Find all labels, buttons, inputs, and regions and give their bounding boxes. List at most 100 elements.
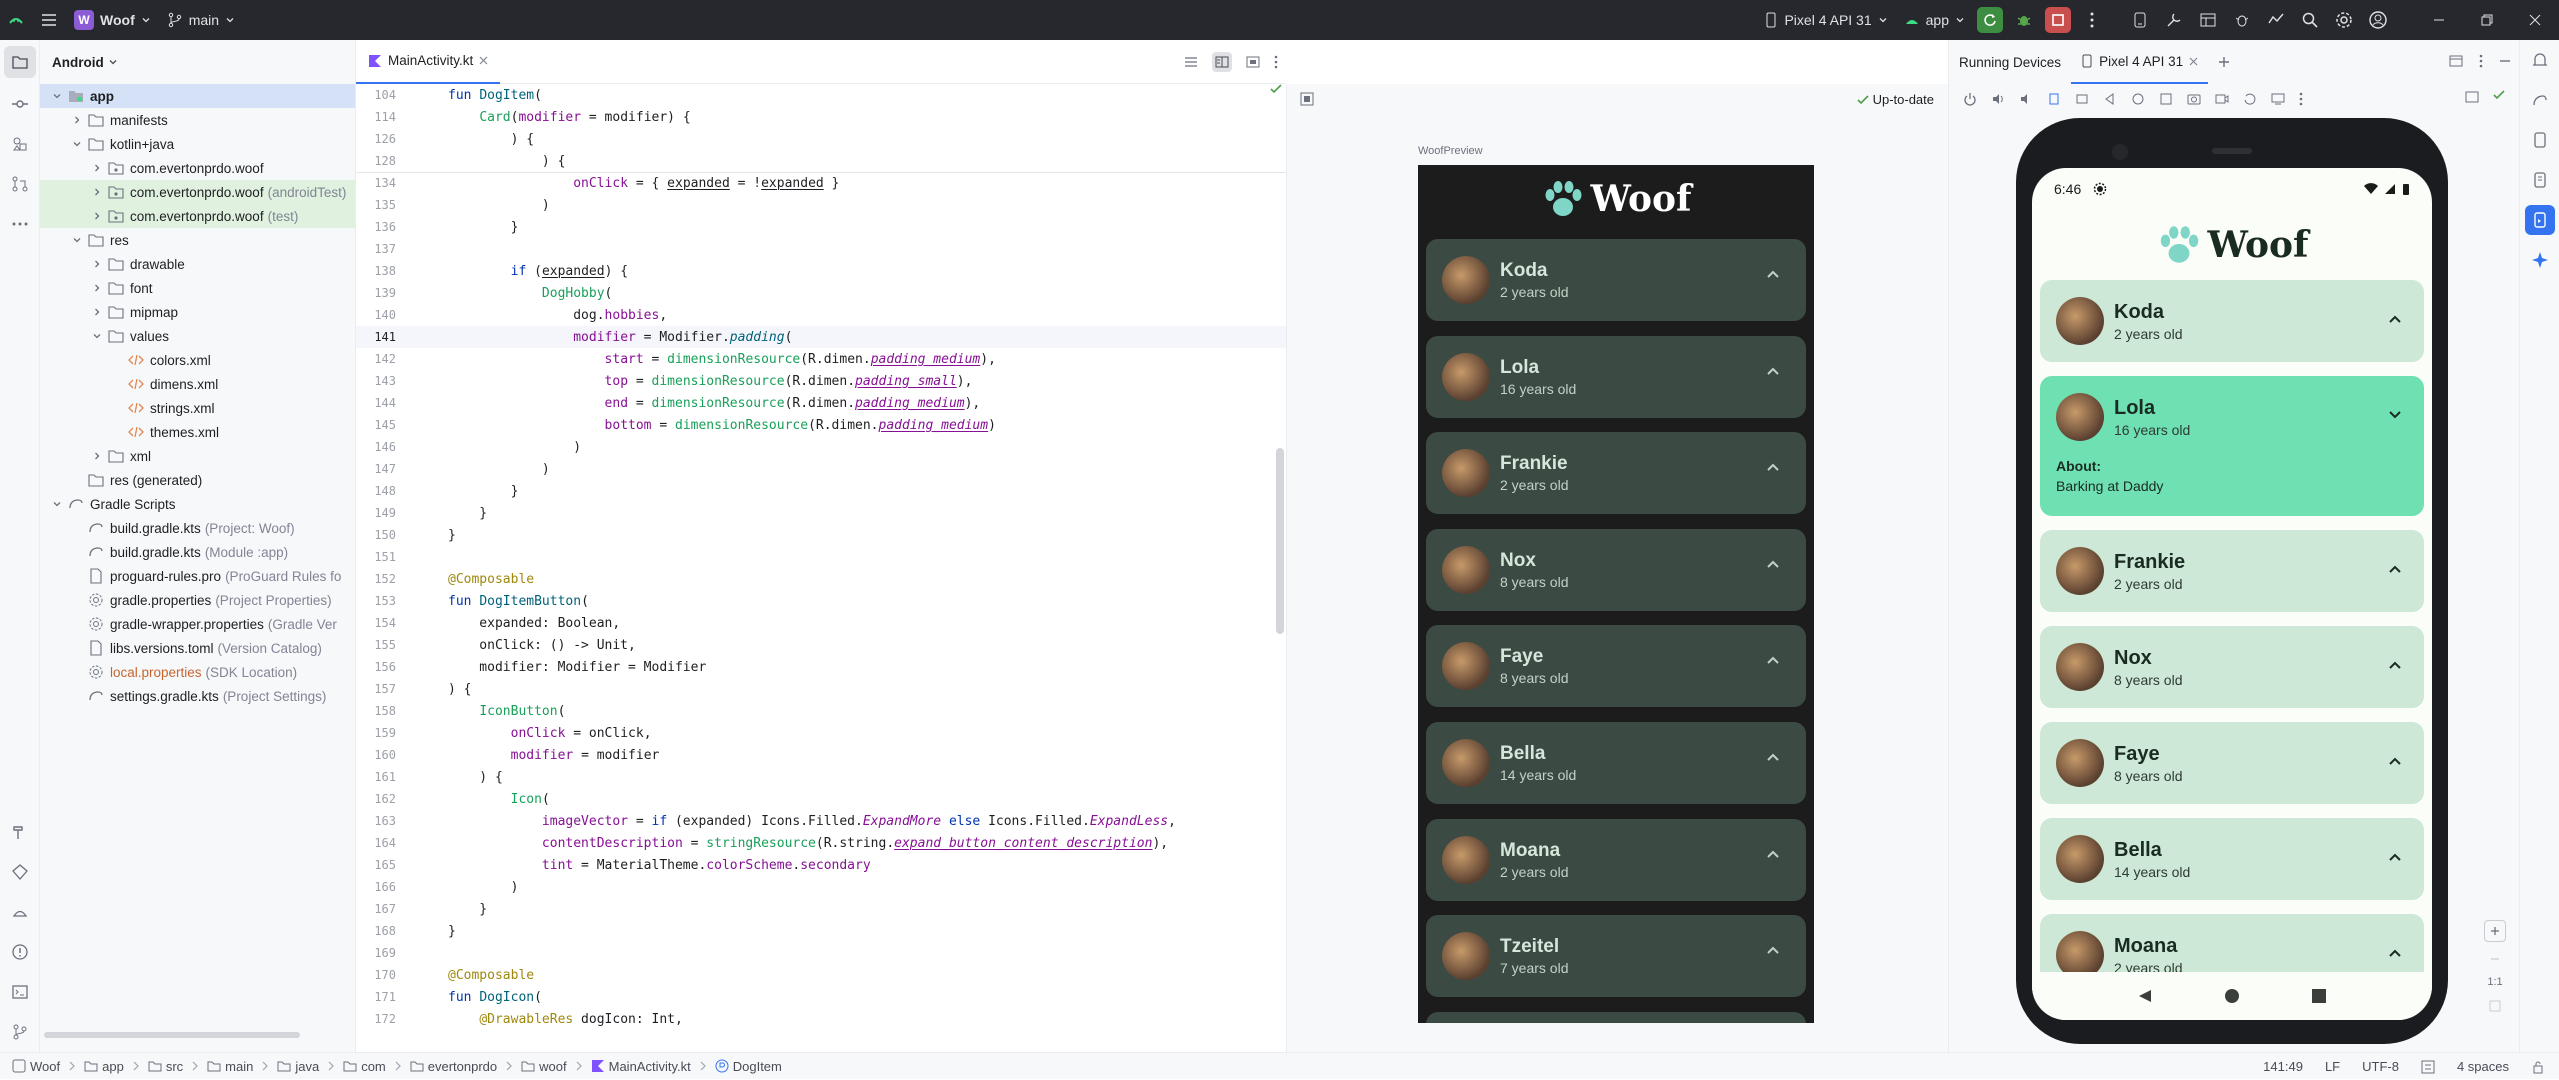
chevron-down-icon[interactable] [72, 235, 88, 245]
code-line[interactable]: 138 if (expanded) { [356, 260, 1286, 282]
close-window-button[interactable] [2511, 0, 2559, 40]
expand-less-icon[interactable] [1766, 559, 1780, 569]
code-line[interactable]: 140 dog.hobbies, [356, 304, 1286, 326]
preview-dog-card[interactable]: Bella 14 years old [1426, 722, 1806, 804]
code-line[interactable]: 156 modifier: Modifier = Modifier [356, 656, 1286, 678]
tree-item[interactable]: build.gradle.kts (Module :app) [40, 540, 355, 564]
code-line[interactable]: 153 fun DogItemButton( [356, 590, 1286, 612]
overview-icon[interactable] [2159, 92, 2173, 106]
mirror-icon[interactable] [2271, 92, 2285, 106]
code-line[interactable]: 157) { [356, 678, 1286, 700]
code-line[interactable]: 139 DogHobby( [356, 282, 1286, 304]
expand-less-icon[interactable] [2388, 314, 2402, 324]
indent-setting-icon[interactable] [2421, 1060, 2435, 1074]
home-icon[interactable] [2131, 92, 2145, 106]
tree-item[interactable]: drawable [40, 252, 355, 276]
code-line[interactable]: 171 fun DogIcon( [356, 986, 1286, 1008]
tree-item[interactable]: app [40, 84, 355, 108]
tree-item[interactable]: xml [40, 444, 355, 468]
code-line[interactable]: 160 modifier = modifier [356, 744, 1286, 766]
tree-item[interactable]: font [40, 276, 355, 300]
build-tool-button[interactable] [0, 812, 40, 852]
code-line[interactable]: 161 ) { [356, 766, 1286, 788]
more-actions-button[interactable] [2075, 0, 2109, 40]
chevron-right-icon[interactable] [92, 307, 108, 317]
code-line[interactable]: 141 modifier = Modifier.padding( [356, 326, 1286, 348]
stop-button[interactable] [2041, 0, 2075, 40]
tree-item[interactable]: proguard-rules.pro (ProGuard Rules fo [40, 564, 355, 588]
device-screen[interactable]: 6:46 Woof Koda 2 years old Lola 16 years ol… [2032, 168, 2432, 1020]
code-line[interactable]: 168} [356, 920, 1286, 942]
phone-dog-card[interactable]: Bella 14 years old [2040, 818, 2424, 900]
code-line[interactable]: 148 } [356, 480, 1286, 502]
tree-item[interactable]: mipmap [40, 300, 355, 324]
code-line[interactable]: 162 Icon( [356, 788, 1286, 810]
code-line[interactable]: 154 expanded: Boolean, [356, 612, 1286, 634]
run-config-selector[interactable]: app [1896, 0, 1973, 40]
expand-less-icon[interactable] [2388, 660, 2402, 670]
code-line[interactable]: 165 tint = MaterialTheme.colorScheme.sec… [356, 854, 1286, 876]
expand-less-icon[interactable] [1766, 752, 1780, 762]
read-only-toggle-icon[interactable] [2531, 1060, 2545, 1074]
nav-back-icon[interactable] [2137, 988, 2153, 1004]
expand-less-icon[interactable] [2388, 564, 2402, 574]
tree-item[interactable]: com.evertonprdo.woof [40, 156, 355, 180]
terminal-button[interactable] [0, 972, 40, 1012]
settings-button[interactable] [2327, 0, 2361, 40]
screenshot-icon[interactable] [2187, 92, 2201, 106]
chevron-down-icon[interactable] [52, 499, 68, 509]
breadcrumb-item[interactable]: main [203, 1059, 257, 1074]
tree-item[interactable]: colors.xml [40, 348, 355, 372]
code-editor[interactable]: 104 fun DogItem(114 Card(modifier = modif… [356, 84, 1286, 1052]
expand-less-icon[interactable] [1766, 366, 1780, 376]
breadcrumb-item[interactable]: woof [517, 1059, 570, 1074]
account-button[interactable] [2361, 0, 2395, 40]
pull-requests-button[interactable] [0, 164, 40, 204]
tree-item[interactable]: strings.xml [40, 396, 355, 420]
rerun-button[interactable] [1973, 0, 2007, 40]
add-device-button[interactable] [2208, 40, 2240, 84]
breadcrumb-item[interactable]: MainActivity.kt [587, 1059, 695, 1074]
tree-item[interactable]: build.gradle.kts (Project: Woof) [40, 516, 355, 540]
code-line[interactable]: 167 } [356, 898, 1286, 920]
problems-button[interactable] [0, 932, 40, 972]
back-icon[interactable] [2103, 92, 2117, 106]
zoom-actual-button[interactable]: 1:1 [2487, 976, 2502, 988]
restore-window-button[interactable] [2463, 0, 2511, 40]
power-icon[interactable] [1963, 92, 1977, 106]
device-selector[interactable]: Pixel 4 API 31 [1756, 0, 1895, 40]
zoom-out-button[interactable] [2490, 954, 2500, 964]
breadcrumb-item[interactable]: src [144, 1059, 187, 1074]
code-line[interactable]: 128 ) { [356, 150, 1286, 172]
tree-item[interactable]: dimens.xml [40, 372, 355, 396]
search-button[interactable] [2293, 0, 2327, 40]
expand-less-icon[interactable] [2388, 852, 2402, 862]
volume-down-icon[interactable] [2019, 92, 2033, 106]
tree-item[interactable]: gradle.properties (Project Properties) [40, 588, 355, 612]
rotate-right-icon[interactable] [2075, 92, 2089, 106]
woof-preview-frame[interactable]: Woof Koda 2 years old Lola 16 years old Fran… [1418, 165, 1814, 1023]
more-vertical-icon[interactable] [2299, 92, 2303, 106]
chevron-right-icon[interactable] [92, 451, 108, 461]
phone-dog-card[interactable]: Faye 8 years old [2040, 722, 2424, 804]
tree-item[interactable]: libs.versions.toml (Version Catalog) [40, 636, 355, 660]
tree-item[interactable]: themes.xml [40, 420, 355, 444]
breadcrumb-item[interactable]: DogItem [711, 1059, 786, 1074]
code-line[interactable]: 151 [356, 546, 1286, 568]
breadcrumb-item[interactable]: com [339, 1059, 390, 1074]
more-tools-button[interactable] [0, 204, 40, 244]
indent-setting[interactable]: 4 spaces [2457, 1059, 2509, 1074]
code-line[interactable]: 136 } [356, 216, 1286, 238]
breadcrumb-item[interactable]: java [273, 1059, 323, 1074]
code-line[interactable]: 170 @Composable [356, 964, 1286, 986]
plugins-button[interactable] [2225, 0, 2259, 40]
chevron-down-icon[interactable] [52, 91, 68, 101]
preview-dog-card[interactable]: Lola 16 years old [1426, 335, 1806, 418]
code-line[interactable]: 134 onClick = { expanded = !expanded } [356, 172, 1286, 194]
expand-less-icon[interactable] [1766, 655, 1780, 665]
tab-mainactivity[interactable]: MainActivity.kt [356, 40, 501, 84]
preview-mode-button[interactable] [1300, 92, 1314, 106]
horizontal-scrollbar[interactable] [44, 1032, 300, 1038]
code-line[interactable]: 164 contentDescription = stringResource(… [356, 832, 1286, 854]
project-tool-button[interactable] [4, 46, 36, 78]
